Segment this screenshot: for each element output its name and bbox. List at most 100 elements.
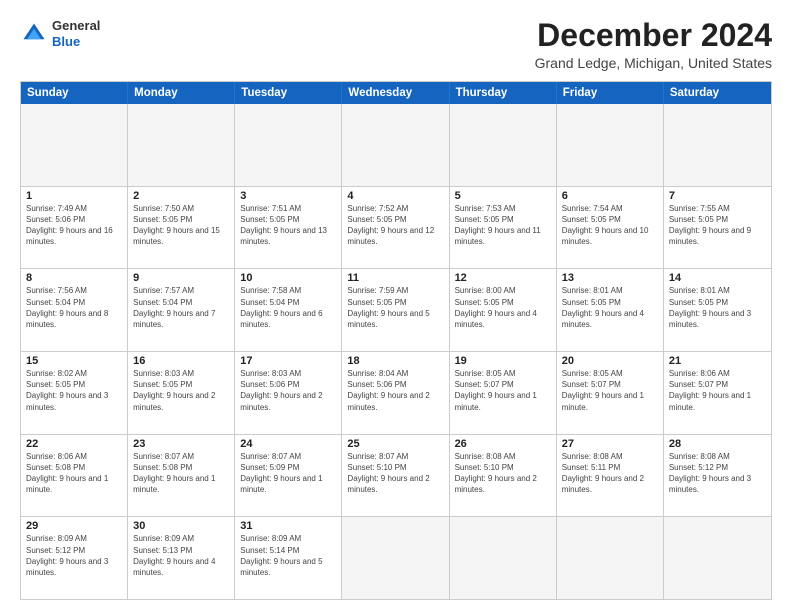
table-row: 28Sunrise: 8:08 AM Sunset: 5:12 PM Dayli… xyxy=(664,435,771,517)
day-info: Sunrise: 8:03 AM Sunset: 5:06 PM Dayligh… xyxy=(240,368,336,413)
page: General Blue December 2024 Grand Ledge, … xyxy=(0,0,792,612)
day-number: 22 xyxy=(26,438,122,450)
day-info: Sunrise: 8:07 AM Sunset: 5:08 PM Dayligh… xyxy=(133,451,229,496)
day-number: 28 xyxy=(669,438,766,450)
table-row: 21Sunrise: 8:06 AM Sunset: 5:07 PM Dayli… xyxy=(664,352,771,434)
day-number: 3 xyxy=(240,190,336,202)
table-row: 30Sunrise: 8:09 AM Sunset: 5:13 PM Dayli… xyxy=(128,517,235,599)
header-saturday: Saturday xyxy=(664,82,771,104)
day-info: Sunrise: 8:08 AM Sunset: 5:10 PM Dayligh… xyxy=(455,451,551,496)
header-sunday: Sunday xyxy=(21,82,128,104)
day-number: 24 xyxy=(240,438,336,450)
table-row xyxy=(664,517,771,599)
day-info: Sunrise: 7:50 AM Sunset: 5:05 PM Dayligh… xyxy=(133,203,229,248)
table-row: 8Sunrise: 7:56 AM Sunset: 5:04 PM Daylig… xyxy=(21,269,128,351)
table-row: 17Sunrise: 8:03 AM Sunset: 5:06 PM Dayli… xyxy=(235,352,342,434)
day-info: Sunrise: 8:08 AM Sunset: 5:11 PM Dayligh… xyxy=(562,451,658,496)
calendar-row: 29Sunrise: 8:09 AM Sunset: 5:12 PM Dayli… xyxy=(21,517,771,599)
table-row: 22Sunrise: 8:06 AM Sunset: 5:08 PM Dayli… xyxy=(21,435,128,517)
table-row xyxy=(557,517,664,599)
header-friday: Friday xyxy=(557,82,664,104)
day-info: Sunrise: 7:54 AM Sunset: 5:05 PM Dayligh… xyxy=(562,203,658,248)
day-number: 25 xyxy=(347,438,443,450)
header-tuesday: Tuesday xyxy=(235,82,342,104)
day-number: 14 xyxy=(669,272,766,284)
day-number: 19 xyxy=(455,355,551,367)
day-number: 29 xyxy=(26,520,122,532)
calendar-row: 22Sunrise: 8:06 AM Sunset: 5:08 PM Dayli… xyxy=(21,435,771,518)
day-number: 13 xyxy=(562,272,658,284)
table-row: 11Sunrise: 7:59 AM Sunset: 5:05 PM Dayli… xyxy=(342,269,449,351)
table-row: 31Sunrise: 8:09 AM Sunset: 5:14 PM Dayli… xyxy=(235,517,342,599)
table-row xyxy=(450,517,557,599)
title-block: December 2024 Grand Ledge, Michigan, Uni… xyxy=(535,18,772,71)
day-number: 26 xyxy=(455,438,551,450)
calendar-row: 1Sunrise: 7:49 AM Sunset: 5:06 PM Daylig… xyxy=(21,187,771,270)
day-number: 31 xyxy=(240,520,336,532)
day-number: 20 xyxy=(562,355,658,367)
day-info: Sunrise: 8:05 AM Sunset: 5:07 PM Dayligh… xyxy=(455,368,551,413)
table-row: 13Sunrise: 8:01 AM Sunset: 5:05 PM Dayli… xyxy=(557,269,664,351)
table-row xyxy=(235,104,342,186)
day-info: Sunrise: 8:06 AM Sunset: 5:08 PM Dayligh… xyxy=(26,451,122,496)
table-row: 19Sunrise: 8:05 AM Sunset: 5:07 PM Dayli… xyxy=(450,352,557,434)
table-row: 26Sunrise: 8:08 AM Sunset: 5:10 PM Dayli… xyxy=(450,435,557,517)
table-row: 4Sunrise: 7:52 AM Sunset: 5:05 PM Daylig… xyxy=(342,187,449,269)
day-info: Sunrise: 8:07 AM Sunset: 5:10 PM Dayligh… xyxy=(347,451,443,496)
day-number: 11 xyxy=(347,272,443,284)
day-number: 18 xyxy=(347,355,443,367)
day-number: 30 xyxy=(133,520,229,532)
day-info: Sunrise: 7:55 AM Sunset: 5:05 PM Dayligh… xyxy=(669,203,766,248)
day-number: 21 xyxy=(669,355,766,367)
table-row xyxy=(557,104,664,186)
table-row: 5Sunrise: 7:53 AM Sunset: 5:05 PM Daylig… xyxy=(450,187,557,269)
table-row: 20Sunrise: 8:05 AM Sunset: 5:07 PM Dayli… xyxy=(557,352,664,434)
day-info: Sunrise: 7:59 AM Sunset: 5:05 PM Dayligh… xyxy=(347,285,443,330)
day-number: 9 xyxy=(133,272,229,284)
day-info: Sunrise: 7:56 AM Sunset: 5:04 PM Dayligh… xyxy=(26,285,122,330)
header-thursday: Thursday xyxy=(450,82,557,104)
day-number: 7 xyxy=(669,190,766,202)
calendar-body: 1Sunrise: 7:49 AM Sunset: 5:06 PM Daylig… xyxy=(21,104,771,599)
day-number: 23 xyxy=(133,438,229,450)
logo-line2: Blue xyxy=(52,34,100,50)
calendar-row: 8Sunrise: 7:56 AM Sunset: 5:04 PM Daylig… xyxy=(21,269,771,352)
logo-icon xyxy=(20,20,48,48)
day-number: 1 xyxy=(26,190,122,202)
day-info: Sunrise: 8:02 AM Sunset: 5:05 PM Dayligh… xyxy=(26,368,122,413)
table-row: 2Sunrise: 7:50 AM Sunset: 5:05 PM Daylig… xyxy=(128,187,235,269)
table-row xyxy=(664,104,771,186)
table-row: 9Sunrise: 7:57 AM Sunset: 5:04 PM Daylig… xyxy=(128,269,235,351)
table-row: 7Sunrise: 7:55 AM Sunset: 5:05 PM Daylig… xyxy=(664,187,771,269)
calendar-row: 15Sunrise: 8:02 AM Sunset: 5:05 PM Dayli… xyxy=(21,352,771,435)
day-number: 5 xyxy=(455,190,551,202)
logo: General Blue xyxy=(20,18,100,49)
day-info: Sunrise: 7:58 AM Sunset: 5:04 PM Dayligh… xyxy=(240,285,336,330)
table-row: 29Sunrise: 8:09 AM Sunset: 5:12 PM Dayli… xyxy=(21,517,128,599)
day-info: Sunrise: 7:52 AM Sunset: 5:05 PM Dayligh… xyxy=(347,203,443,248)
table-row: 15Sunrise: 8:02 AM Sunset: 5:05 PM Dayli… xyxy=(21,352,128,434)
day-number: 27 xyxy=(562,438,658,450)
header: General Blue December 2024 Grand Ledge, … xyxy=(20,18,772,71)
table-row: 3Sunrise: 7:51 AM Sunset: 5:05 PM Daylig… xyxy=(235,187,342,269)
day-info: Sunrise: 7:57 AM Sunset: 5:04 PM Dayligh… xyxy=(133,285,229,330)
day-info: Sunrise: 8:07 AM Sunset: 5:09 PM Dayligh… xyxy=(240,451,336,496)
table-row: 23Sunrise: 8:07 AM Sunset: 5:08 PM Dayli… xyxy=(128,435,235,517)
table-row: 16Sunrise: 8:03 AM Sunset: 5:05 PM Dayli… xyxy=(128,352,235,434)
day-info: Sunrise: 8:09 AM Sunset: 5:12 PM Dayligh… xyxy=(26,533,122,578)
day-info: Sunrise: 7:51 AM Sunset: 5:05 PM Dayligh… xyxy=(240,203,336,248)
day-number: 4 xyxy=(347,190,443,202)
day-number: 10 xyxy=(240,272,336,284)
table-row: 24Sunrise: 8:07 AM Sunset: 5:09 PM Dayli… xyxy=(235,435,342,517)
day-info: Sunrise: 8:01 AM Sunset: 5:05 PM Dayligh… xyxy=(669,285,766,330)
table-row: 14Sunrise: 8:01 AM Sunset: 5:05 PM Dayli… xyxy=(664,269,771,351)
day-info: Sunrise: 8:03 AM Sunset: 5:05 PM Dayligh… xyxy=(133,368,229,413)
table-row: 27Sunrise: 8:08 AM Sunset: 5:11 PM Dayli… xyxy=(557,435,664,517)
table-row: 18Sunrise: 8:04 AM Sunset: 5:06 PM Dayli… xyxy=(342,352,449,434)
day-number: 6 xyxy=(562,190,658,202)
day-info: Sunrise: 8:09 AM Sunset: 5:13 PM Dayligh… xyxy=(133,533,229,578)
day-info: Sunrise: 8:04 AM Sunset: 5:06 PM Dayligh… xyxy=(347,368,443,413)
day-info: Sunrise: 8:00 AM Sunset: 5:05 PM Dayligh… xyxy=(455,285,551,330)
day-info: Sunrise: 7:49 AM Sunset: 5:06 PM Dayligh… xyxy=(26,203,122,248)
day-info: Sunrise: 8:06 AM Sunset: 5:07 PM Dayligh… xyxy=(669,368,766,413)
